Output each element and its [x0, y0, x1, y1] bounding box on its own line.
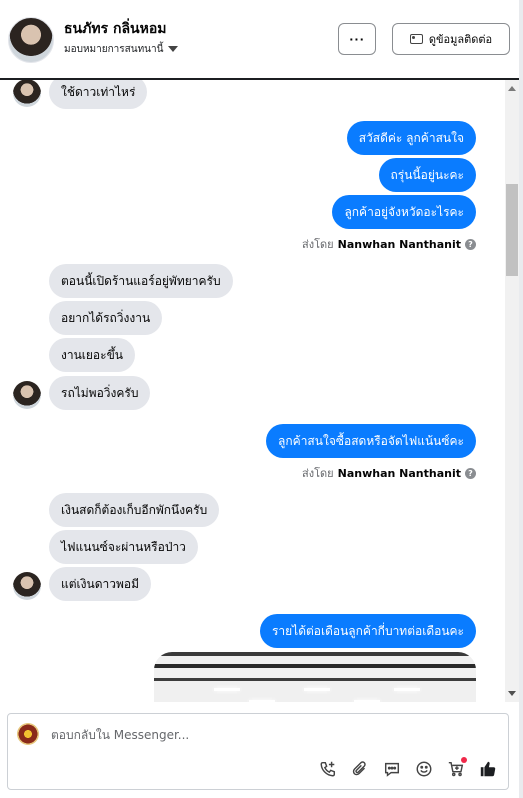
cart-add-icon[interactable] [446, 757, 467, 779]
paperclip-icon[interactable] [350, 759, 370, 779]
message-in: ไฟแนนซ์จะผ่านหรือป่าว [49, 530, 198, 564]
scroll-up-icon[interactable] [508, 86, 516, 91]
sent-by-name: Nanwhan Nanthanit [337, 237, 461, 251]
image-attachment[interactable] [154, 652, 476, 702]
message-out: ลูกค้าสนใจซื้อสดหรือจัดไฟแน้นซ์คะ [266, 424, 476, 458]
scrollbar[interactable] [505, 80, 519, 702]
contact-avatar[interactable] [8, 17, 54, 63]
reply-composer [7, 713, 509, 790]
sent-by-label: ส่งโดย Nanwhan Nanthanit ? [302, 235, 476, 253]
message-out: ถรุ่นนี้อยู่นะคะ [378, 158, 476, 192]
reply-input[interactable] [51, 728, 351, 742]
contact-name[interactable]: ธนภัทร กลิ่นหอม [64, 18, 166, 40]
sender-avatar [13, 572, 41, 600]
conversation-header: ธนภัทร กลิ่นหอม มอบหมายการสนทนานี้ ··· ด… [0, 0, 519, 80]
notification-dot [461, 757, 467, 763]
page-avatar [17, 723, 39, 745]
sender-avatar [13, 80, 41, 107]
message-in: แต่เงินดาวพอมี [49, 567, 151, 601]
contact-card-icon [409, 34, 423, 44]
scroll-thumb[interactable] [506, 184, 518, 276]
message-out: ลูกค้าอยู่จังหวัดอะไรคะ [332, 195, 476, 229]
scroll-down-icon[interactable] [508, 691, 516, 696]
message-in: งานเยอะขึ้น [49, 338, 135, 372]
message-in: อยากได้รถวิ่งงาน [49, 301, 163, 335]
message-thread[interactable]: ใช้ดาวเท่าไหร่ สวัสดีค่ะ ลูกค้าสนใจ ถรุ่… [0, 80, 505, 702]
composer-toolbar [318, 757, 498, 779]
sender-avatar [13, 381, 41, 409]
view-contact-label: ดูข้อมูลติดต่อ [428, 33, 493, 46]
sent-by-label: ส่งโดย Nanwhan Nanthanit ? [302, 464, 476, 482]
sent-by-prefix: ส่งโดย [302, 238, 334, 251]
help-icon[interactable]: ? [465, 467, 476, 479]
message-in: ตอนนี้เปิดร้านแอร์อยู่พัทยาครับ [49, 264, 233, 298]
assign-conversation-dropdown[interactable]: มอบหมายการสนทนานี้ [64, 42, 179, 57]
view-contact-button[interactable]: ดูข้อมูลติดต่อ [392, 23, 510, 55]
message-in: รถไม่พอวิ่งครับ [49, 376, 151, 410]
help-icon[interactable]: ? [465, 238, 476, 250]
assign-label: มอบหมายการสนทนานี้ [64, 44, 164, 55]
sent-by-prefix: ส่งโดย [302, 467, 334, 480]
more-options-button[interactable]: ··· [338, 23, 376, 55]
thumbs-up-icon[interactable] [478, 759, 498, 779]
chat-bubble-icon[interactable] [382, 759, 402, 779]
sent-by-name: Nanwhan Nanthanit [337, 466, 461, 480]
message-out: รายได้ต่อเดือนลูกค้ากี่บาทต่อเดือนคะ [259, 614, 476, 648]
window-edge [519, 0, 523, 798]
smiley-icon[interactable] [414, 759, 434, 779]
caret-down-icon [168, 46, 179, 52]
message-out: สวัสดีค่ะ ลูกค้าสนใจ [346, 121, 476, 155]
message-in: เงินสดก็ต้องเก็บอีกพักนึงครับ [49, 493, 220, 527]
message-in: ใช้ดาวเท่าไหร่ [49, 80, 148, 109]
phone-add-icon[interactable] [318, 759, 338, 779]
